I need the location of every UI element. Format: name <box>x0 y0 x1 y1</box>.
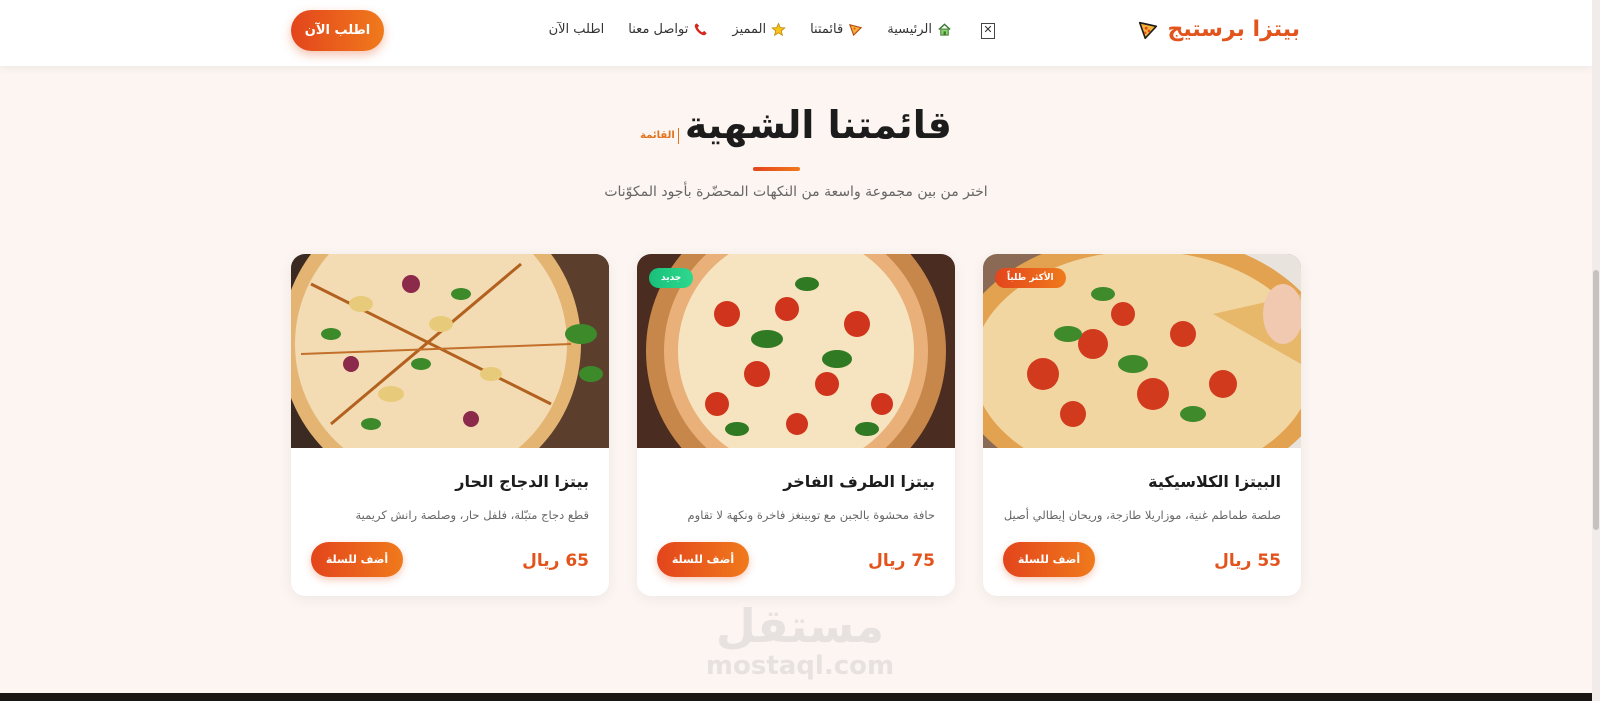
phone-icon <box>695 23 707 36</box>
watermark-latin: mostaql.com <box>705 651 895 681</box>
page-scrollbar[interactable] <box>1592 0 1600 701</box>
nav-item-contact[interactable]: تواصل معنا <box>628 22 708 37</box>
card-price: 65 ريال <box>522 551 589 571</box>
section-title: قائمتنا الشهية <box>684 103 952 147</box>
main-nav: الرئيسية قائمتنا المميز تواصل معنا اطلب … <box>549 22 952 37</box>
add-to-cart-button[interactable]: أضف للسلة <box>311 542 403 577</box>
add-to-cart-button[interactable]: أضف للسلة <box>657 542 749 577</box>
pizza-image-stuffed-crust: جديد <box>637 254 955 448</box>
card-name: بيتزا الطرف الفاخر <box>783 472 935 491</box>
card-price: 55 ريال <box>1214 551 1281 571</box>
badge-bestseller: الأكثر طلباً <box>995 268 1066 288</box>
site-header: بيتزا برستيج ✕ الرئيسية قائمتنا المميز ت… <box>0 0 1592 66</box>
card-description: صلصة طماطم غنية، موزاريلا طازجة، وريحان … <box>1003 508 1281 522</box>
add-to-cart-button[interactable]: أضف للسلة <box>1003 542 1095 577</box>
logo-text: بيتزا برستيج <box>1167 17 1300 42</box>
pizza-image-spicy-chicken <box>291 254 609 448</box>
card-price: 75 ريال <box>868 551 935 571</box>
title-underline <box>753 167 800 171</box>
scrollbar-thumb[interactable] <box>1593 270 1599 530</box>
card-description: قطع دجاج متبّلة، فلفل حار، وصلصة رانش كر… <box>355 508 589 522</box>
badge-new: جديد <box>649 268 694 288</box>
home-icon <box>938 23 951 36</box>
watermark-arabic: مستقل <box>715 599 885 653</box>
card-name: بيتزا الدجاج الحار <box>455 472 589 491</box>
section-tag: القائمة <box>640 128 679 144</box>
menu-card-spicy-chicken: بيتزا الدجاج الحار قطع دجاج متبّلة، فلفل… <box>291 254 609 596</box>
nav-label-home: الرئيسية <box>887 22 932 37</box>
card-name: البيتزا الكلاسيكية <box>1148 472 1281 491</box>
pizza-slice-icon <box>1139 21 1158 39</box>
nav-label-contact: تواصل معنا <box>628 22 689 37</box>
pizza-slice-icon <box>849 24 863 37</box>
menu-card-stuffed-crust: جديد بيتزا الطرف الفاخر حافة محشوة بالجب… <box>637 254 955 596</box>
close-icon[interactable]: ✕ <box>981 23 995 39</box>
site-logo[interactable]: بيتزا برستيج <box>1137 17 1300 42</box>
nav-item-featured[interactable]: المميز <box>732 22 786 37</box>
nav-item-home[interactable]: الرئيسية <box>887 22 952 37</box>
section-subtitle: اختر من بين مجموعة واسعة من النكهات المح… <box>604 184 988 200</box>
pizza-image-classic: الأكثر طلباً <box>983 254 1301 448</box>
star-icon <box>771 22 786 37</box>
footer-edge <box>0 693 1592 701</box>
card-description: حافة محشوة بالجبن مع توبينغز فاخرة ونكهة… <box>687 508 935 522</box>
order-now-button[interactable]: اطلب الآن <box>291 10 384 51</box>
nav-item-order[interactable]: اطلب الآن <box>549 22 605 37</box>
nav-label-featured: المميز <box>732 22 767 37</box>
watermark-logo: مستقل mostaql.com <box>700 600 900 680</box>
nav-label-menu: قائمتنا <box>810 22 844 37</box>
menu-card-classic: الأكثر طلباً البيتزا الكلاسيكية صلصة طما… <box>983 254 1301 596</box>
section-header: قائمتنا الشهية القائمة <box>0 100 1592 150</box>
nav-label-order: اطلب الآن <box>548 22 605 37</box>
nav-item-menu[interactable]: قائمتنا <box>810 22 863 37</box>
